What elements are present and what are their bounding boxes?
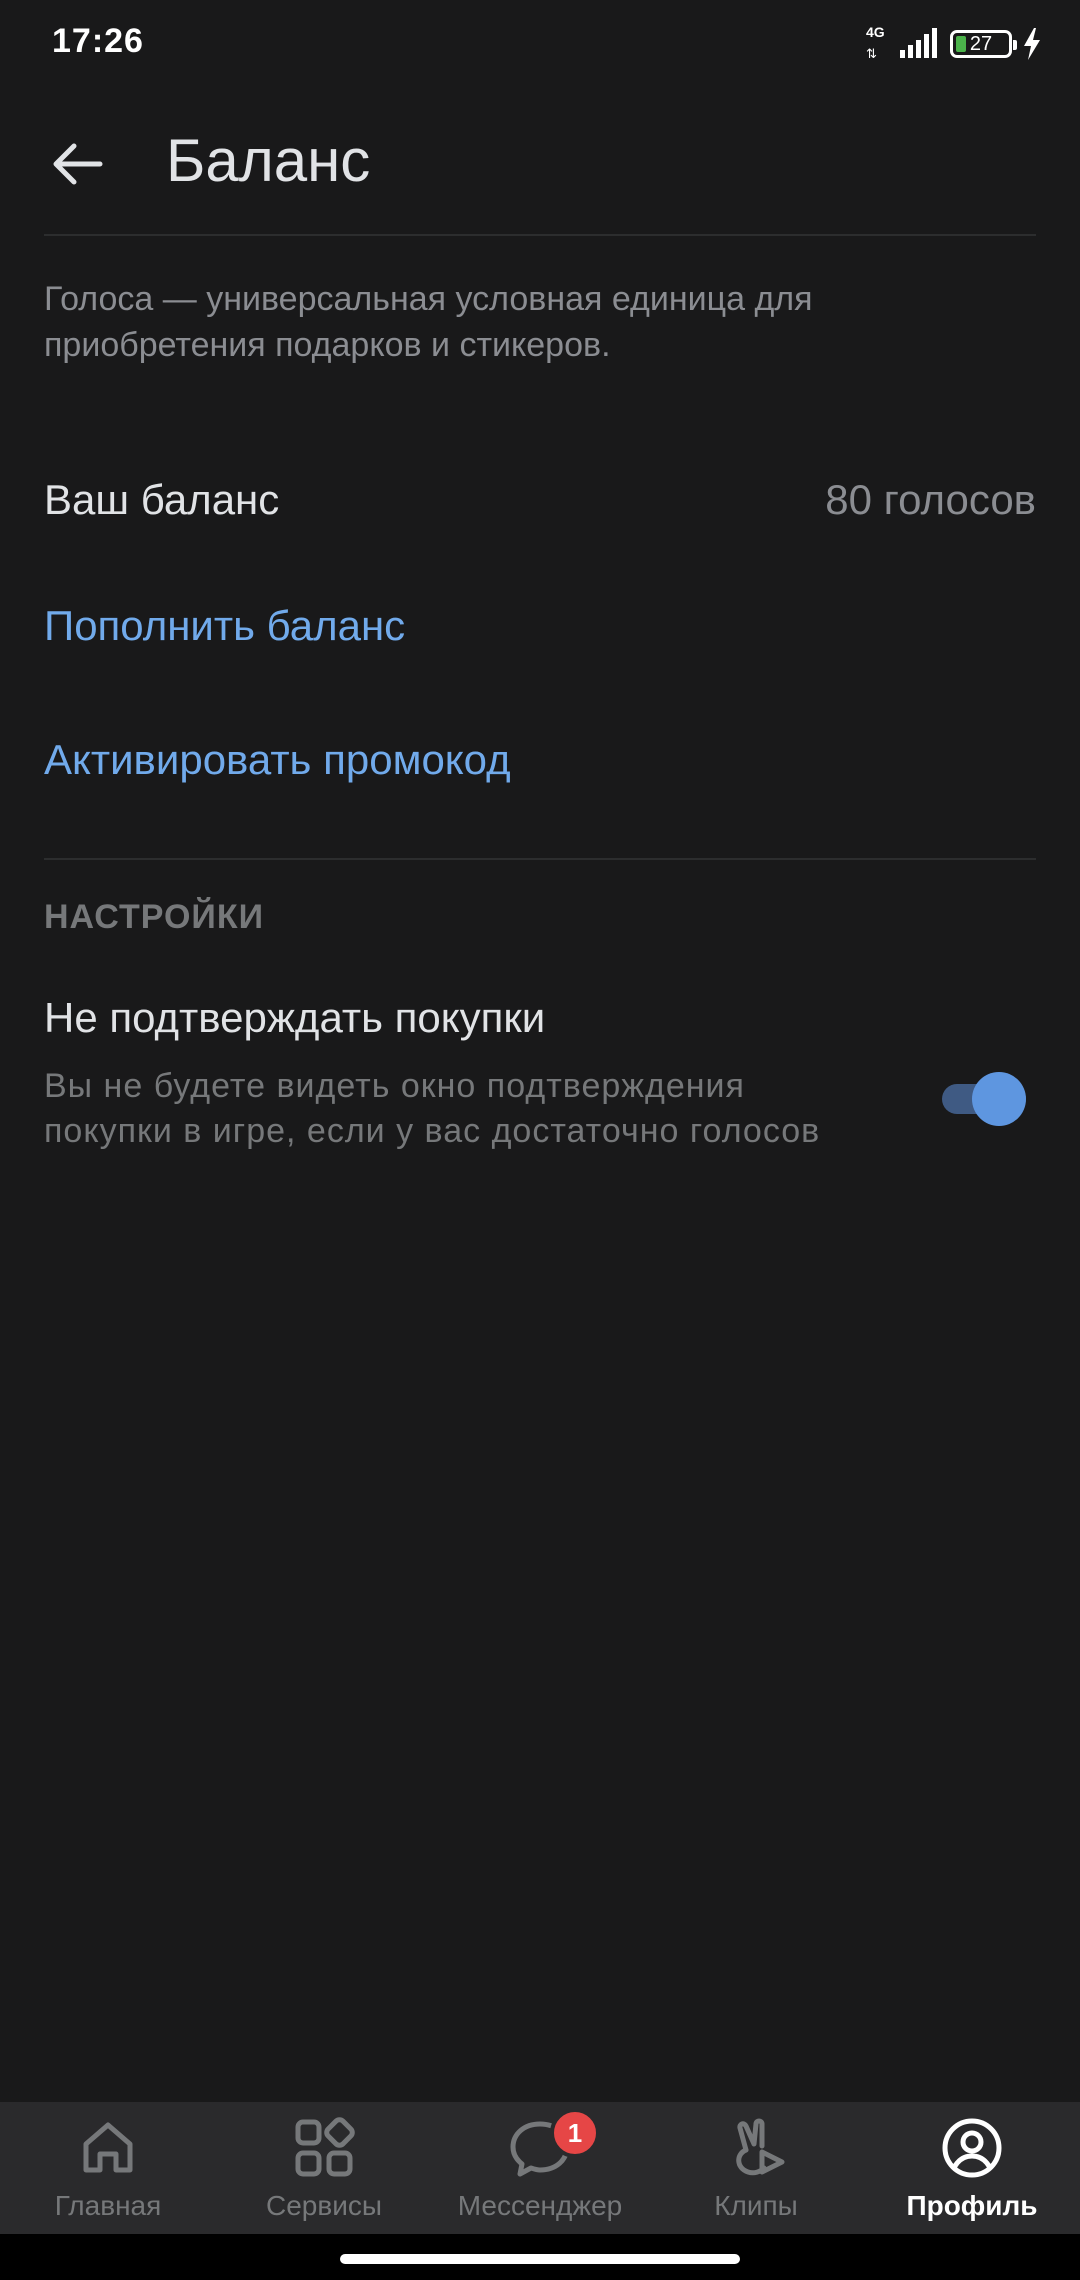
tab-home[interactable]: Главная [0,2102,216,2234]
messenger-badge: 1 [550,2108,600,2158]
activate-promo-link[interactable]: Активировать промокод [44,736,511,784]
status-icons: 4G ⇅ 27 [866,24,1042,64]
status-time: 17:26 [52,22,144,60]
header: Баланс [0,90,1080,236]
balance-description: Голоса — универсальная условная единица … [44,280,813,364]
section-divider [44,858,1036,860]
home-indicator[interactable] [340,2254,740,2264]
network-type: 4G [866,24,885,40]
bottom-tab-bar: Главная Сервисы 1 Мессенджер Клипы Профи… [0,2102,1080,2234]
balance-row: Ваш баланс 80 голосов [44,468,1036,532]
balance-value: 80 голосов [825,476,1036,523]
clips-icon [736,2118,785,2176]
battery-icon: 27 [950,30,1017,58]
status-bar: 17:26 4G ⇅ 27 [0,0,1080,90]
settings-section-title: НАСТРОЙКИ [44,898,265,936]
tab-messenger[interactable]: 1 Мессенджер [432,2102,648,2234]
signal-icon [900,28,937,58]
tab-label: Сервисы [265,2190,382,2221]
no-confirm-description: Вы не будете видеть окно подтверждения п… [44,1067,821,1150]
tab-label: Клипы [714,2190,798,2221]
balance-label: Ваш баланс [44,476,280,523]
home-icon [83,2122,133,2173]
tab-services[interactable]: Сервисы [216,2102,432,2234]
topup-balance-link[interactable]: Пополнить баланс [44,602,405,650]
tab-label: Мессенджер [457,2190,623,2221]
navigation-area [0,2234,1080,2280]
header-divider [44,234,1036,236]
network-indicator: 4G ⇅ [866,24,890,64]
battery-tip [1013,40,1017,50]
back-button[interactable] [44,130,112,198]
profile-icon [942,2118,1002,2178]
network-arrows: ⇅ [866,46,877,61]
charging-icon [1024,28,1040,60]
no-confirm-setting-row[interactable]: Не подтверждать покупки Вы не будете вид… [44,994,1036,1194]
battery-level: 27 [969,33,993,55]
no-confirm-toggle[interactable] [942,1070,1026,1126]
tab-label: Главная [54,2190,162,2221]
no-confirm-title: Не подтверждать покупки [44,994,546,1041]
tab-profile[interactable]: Профиль [864,2102,1080,2234]
page-title: Баланс [166,127,371,194]
toggle-knob [972,1072,1026,1126]
arrow-left-icon [53,143,103,185]
tab-label: Профиль [906,2190,1038,2221]
services-icon [295,2117,355,2177]
tab-clips[interactable]: Клипы [648,2102,864,2234]
